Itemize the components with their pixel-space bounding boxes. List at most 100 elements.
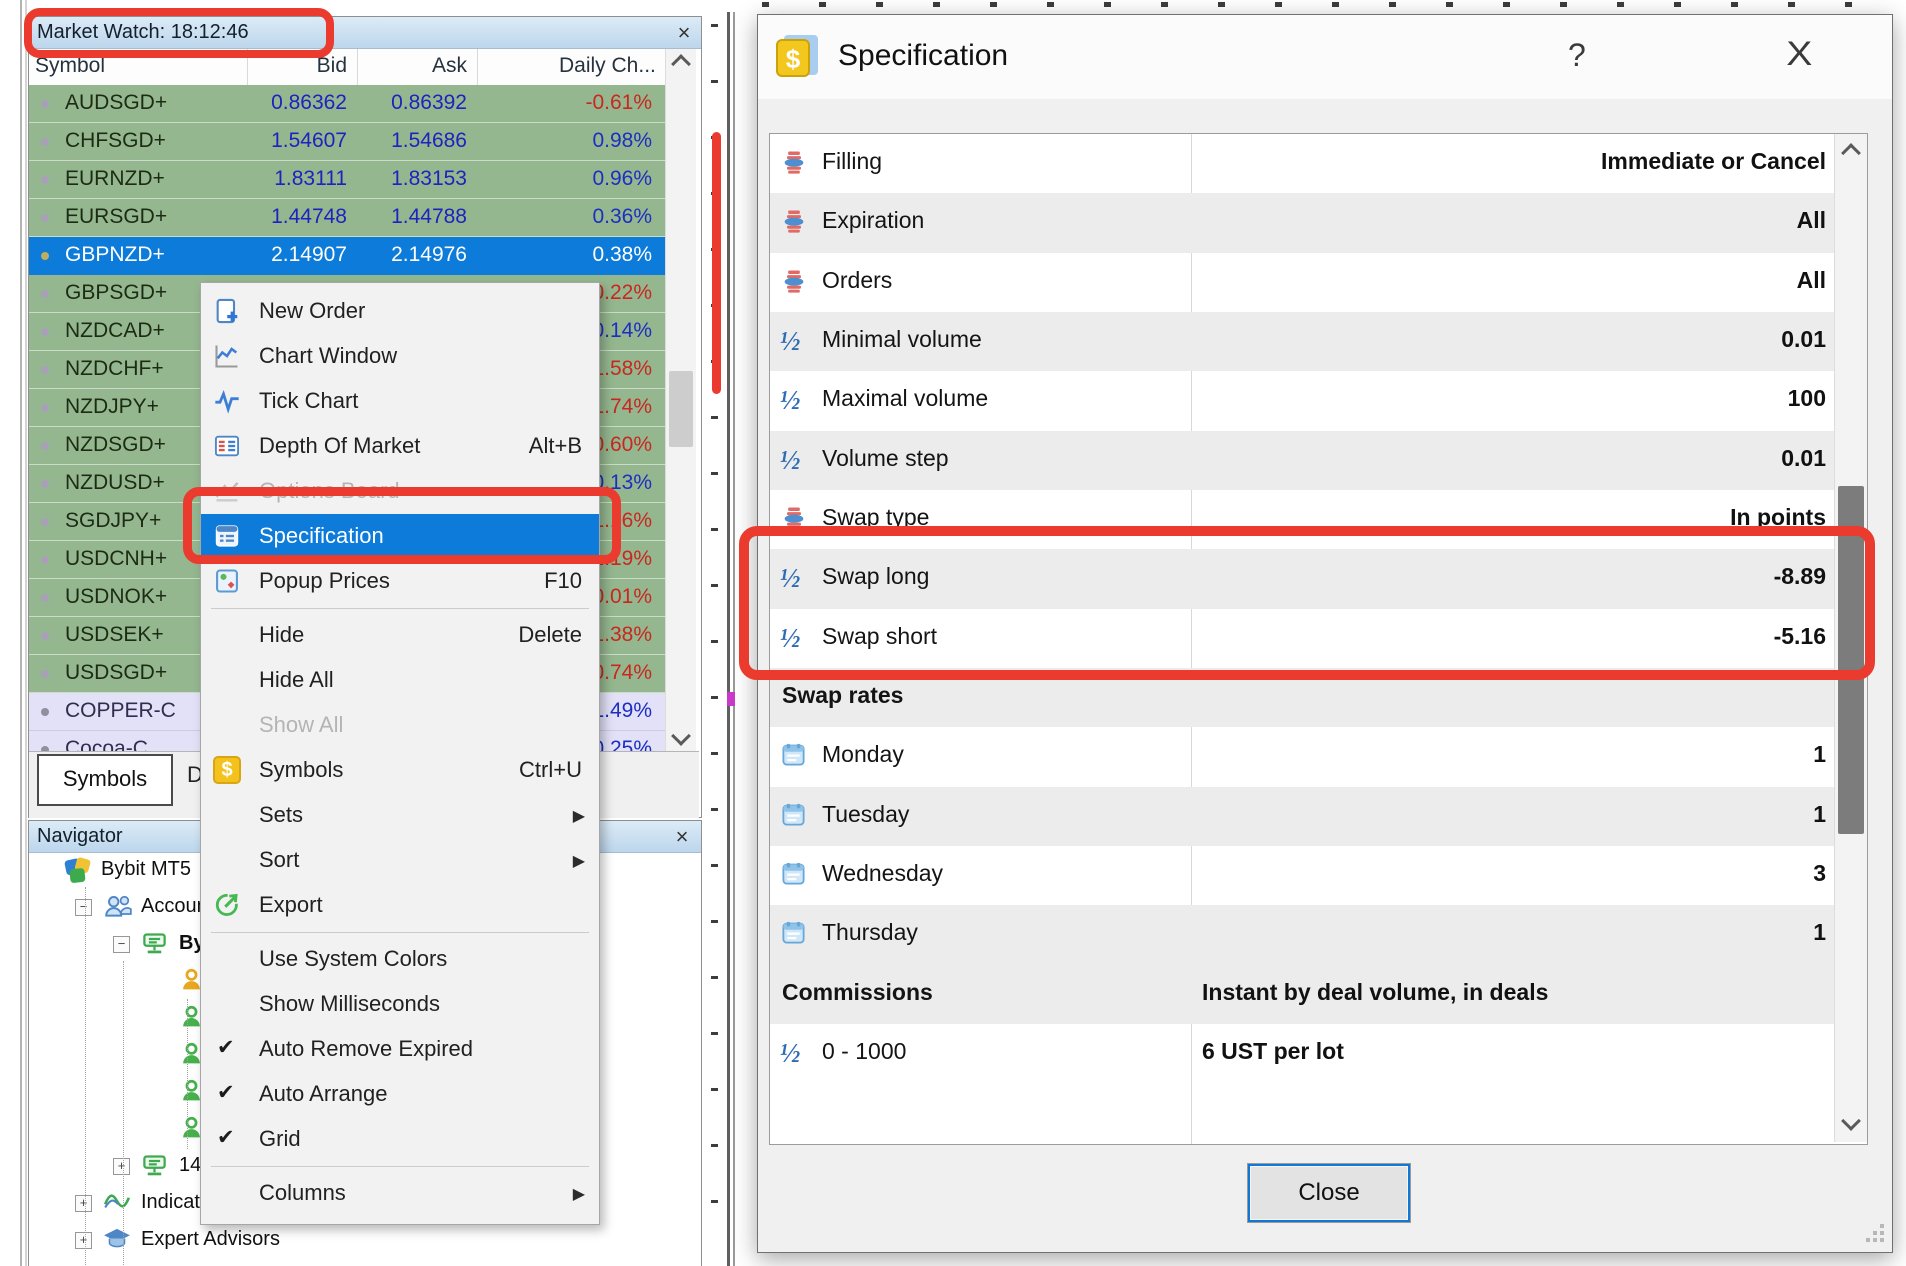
accounts-icon — [103, 893, 133, 925]
bid-cell: 1.44748 — [169, 205, 347, 229]
symbol-cell: EURSGD+ — [65, 205, 167, 229]
stack-icon — [780, 504, 814, 534]
spec-row-swap-long[interactable]: ½Swap long-8.89 — [770, 549, 1867, 608]
menu-item-hide[interactable]: HideDelete — [201, 613, 599, 658]
chevron-right-icon: ▶ — [573, 851, 585, 871]
column-header-symbol[interactable]: Symbol — [35, 54, 105, 78]
column-header-daily-change[interactable]: Daily Ch... — [559, 54, 656, 78]
spec-row-swap-type[interactable]: Swap typeIn points — [770, 490, 1867, 549]
close-icon[interactable]: X — [1786, 35, 1812, 74]
table-row[interactable]: AUDSGD+0.863620.86392-0.61% — [29, 85, 665, 123]
dialog-scrollbar[interactable] — [1834, 134, 1867, 1142]
spec-row-tuesday[interactable]: Tuesday1 — [770, 787, 1867, 846]
scroll-down-icon[interactable] — [1841, 1111, 1861, 1131]
table-row[interactable]: EURNZD+1.831111.831530.96% — [29, 161, 665, 199]
menu-item-symbols[interactable]: $SymbolsCtrl+U — [201, 748, 599, 793]
background-window-border — [727, 12, 730, 1266]
spec-row-expiration[interactable]: ExpirationAll — [770, 193, 1867, 252]
resize-grip[interactable] — [1864, 1222, 1886, 1244]
scrollbar-thumb[interactable] — [1838, 486, 1864, 834]
calendar-icon — [780, 919, 814, 949]
server-green-icon — [141, 930, 168, 963]
scroll-up-icon[interactable] — [1841, 143, 1861, 163]
spec-value: 100 — [1202, 385, 1826, 412]
spec-row-monday[interactable]: Monday1 — [770, 727, 1867, 786]
collapse-icon[interactable]: − — [113, 936, 130, 953]
scroll-up-icon[interactable] — [671, 54, 691, 74]
menu-item-tick-chart[interactable]: Tick Chart — [201, 379, 599, 424]
spec-row-swap-rates[interactable]: Swap rates — [770, 668, 1867, 727]
symbol-cell: NZDJPY+ — [65, 395, 159, 419]
bybit-logo-icon — [63, 856, 93, 892]
menu-item-chart-window[interactable]: Chart Window — [201, 334, 599, 379]
scrollbar-thumb[interactable] — [669, 371, 693, 447]
ask-cell: 0.86392 — [359, 91, 467, 115]
symbol-status-dot-icon — [41, 670, 49, 678]
menu-item-hide-all[interactable]: Hide All — [201, 658, 599, 703]
spec-row-orders[interactable]: OrdersAll — [770, 253, 1867, 312]
table-row[interactable]: GBPNZD+2.149072.149760.38% — [29, 237, 665, 275]
menu-item-sort[interactable]: Sort▶ — [201, 838, 599, 883]
symbol-cell: USDSGD+ — [65, 661, 167, 685]
collapse-icon[interactable]: − — [75, 899, 92, 916]
options-board-icon — [213, 477, 243, 507]
market-watch-scrollbar[interactable] — [665, 49, 696, 751]
menu-item-grid[interactable]: ✔Grid — [201, 1117, 599, 1162]
checkmark-icon: ✔ — [217, 1125, 235, 1150]
close-button[interactable]: Close — [1248, 1164, 1410, 1222]
symbol-cell: GBPNZD+ — [65, 243, 165, 267]
spec-label: Orders — [822, 267, 892, 294]
tab-symbols[interactable]: Symbols — [37, 754, 173, 806]
close-icon[interactable]: × — [669, 822, 695, 852]
close-icon[interactable]: × — [671, 18, 697, 48]
menu-item-sets[interactable]: Sets▶ — [201, 793, 599, 838]
symbol-cell: NZDCAD+ — [65, 319, 165, 343]
spec-value: 6 UST per lot — [1202, 1038, 1826, 1065]
menu-item-auto-remove-expired[interactable]: ✔Auto Remove Expired — [201, 1027, 599, 1072]
scroll-down-icon[interactable] — [671, 726, 691, 746]
menu-item-new-order[interactable]: New Order — [201, 289, 599, 334]
symbol-status-dot-icon — [41, 214, 49, 222]
spec-row-filling[interactable]: FillingImmediate or Cancel — [770, 134, 1867, 193]
spec-row-minimal-volume[interactable]: ½Minimal volume0.01 — [770, 312, 1867, 371]
menu-item-columns[interactable]: Columns▶ — [201, 1171, 599, 1216]
column-header-ask[interactable]: Ask — [359, 54, 467, 78]
menu-item-popup-prices[interactable]: Popup PricesF10 — [201, 559, 599, 604]
help-icon[interactable]: ? — [1568, 37, 1586, 74]
menu-item-label: Show All — [259, 712, 343, 738]
menu-item-export[interactable]: Export — [201, 883, 599, 928]
spec-row-maximal-volume[interactable]: ½Maximal volume100 — [770, 371, 1867, 430]
symbol-status-dot-icon — [41, 708, 49, 716]
spec-row-swap-short[interactable]: ½Swap short-5.16 — [770, 609, 1867, 668]
symbol-status-dot-icon — [41, 594, 49, 602]
spec-row-volume-step[interactable]: ½Volume step0.01 — [770, 431, 1867, 490]
spec-row-0-1000[interactable]: ½0 - 10006 UST per lot — [770, 1024, 1867, 1083]
column-header-bid[interactable]: Bid — [169, 54, 347, 78]
calendar-icon — [780, 801, 814, 831]
table-row[interactable]: CHFSGD+1.546071.546860.98% — [29, 123, 665, 161]
menu-item-auto-arrange[interactable]: ✔Auto Arrange — [201, 1072, 599, 1117]
spec-row-wednesday[interactable]: Wednesday3 — [770, 846, 1867, 905]
spec-row-thursday[interactable]: Thursday1 — [770, 905, 1867, 964]
menu-item-depth-of-market[interactable]: Depth Of MarketAlt+B — [201, 424, 599, 469]
expand-icon[interactable]: + — [75, 1232, 92, 1249]
spec-row-commissions[interactable]: CommissionsInstant by deal volume, in de… — [770, 965, 1867, 1024]
tree-item-expert-advisors[interactable]: +Expert Advisors — [29, 1224, 689, 1256]
menu-item-shortcut: Ctrl+U — [519, 757, 582, 783]
bid-cell: 1.83111 — [169, 167, 347, 191]
tree-item-label: Bybit MT5 — [101, 858, 191, 881]
menu-item-specification[interactable]: Specification — [201, 514, 599, 559]
menu-item-show-milliseconds[interactable]: Show Milliseconds — [201, 982, 599, 1027]
spec-label: Volume step — [822, 445, 949, 472]
table-row[interactable]: EURSGD+1.447481.447880.36% — [29, 199, 665, 237]
expand-icon[interactable]: + — [75, 1195, 92, 1212]
menu-item-options-board: Options Board — [201, 469, 599, 514]
symbol-status-dot-icon — [41, 328, 49, 336]
spec-label: Monday — [822, 741, 904, 768]
spec-value: In points — [1202, 504, 1826, 531]
menu-item-use-system-colors[interactable]: Use System Colors — [201, 937, 599, 982]
bid-cell: 0.86362 — [169, 91, 347, 115]
symbol-status-dot-icon — [41, 290, 49, 298]
expand-icon[interactable]: + — [113, 1158, 130, 1175]
symbol-cell: CHFSGD+ — [65, 129, 166, 153]
